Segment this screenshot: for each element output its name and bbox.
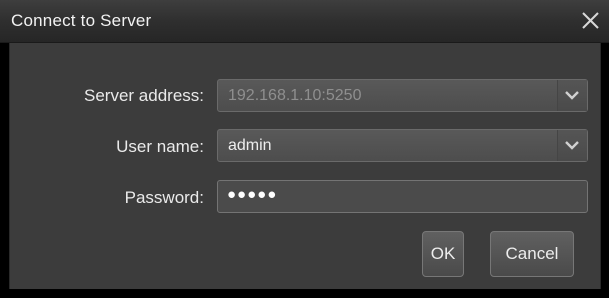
server-address-label: Server address:: [84, 86, 204, 105]
user-name-dropdown-button[interactable]: [557, 130, 587, 161]
dialog-body: Server address: 192.168.1.10:5250 User n…: [9, 43, 601, 289]
user-name-value: admin: [228, 137, 272, 154]
password-field[interactable]: ●●●●●: [217, 180, 588, 213]
password-masked-value: ●●●●●: [227, 186, 278, 203]
connect-dialog: Connect to Server Server address: 192.16…: [0, 0, 609, 298]
ok-button[interactable]: OK: [422, 231, 464, 277]
title-bar[interactable]: Connect to Server: [0, 0, 609, 43]
user-name-label: User name:: [116, 137, 204, 156]
server-address-dropdown-button[interactable]: [557, 80, 587, 111]
close-button[interactable]: [577, 8, 603, 34]
chevron-down-icon: [565, 141, 579, 150]
password-label: Password:: [124, 188, 204, 207]
user-name-combobox[interactable]: admin: [217, 129, 588, 162]
cancel-button[interactable]: Cancel: [490, 231, 574, 277]
server-address-combobox[interactable]: 192.168.1.10:5250: [217, 79, 588, 112]
chevron-down-icon: [565, 91, 579, 100]
close-icon: [582, 12, 599, 29]
server-address-value: 192.168.1.10:5250: [228, 87, 362, 104]
dialog-title: Connect to Server: [11, 11, 152, 30]
